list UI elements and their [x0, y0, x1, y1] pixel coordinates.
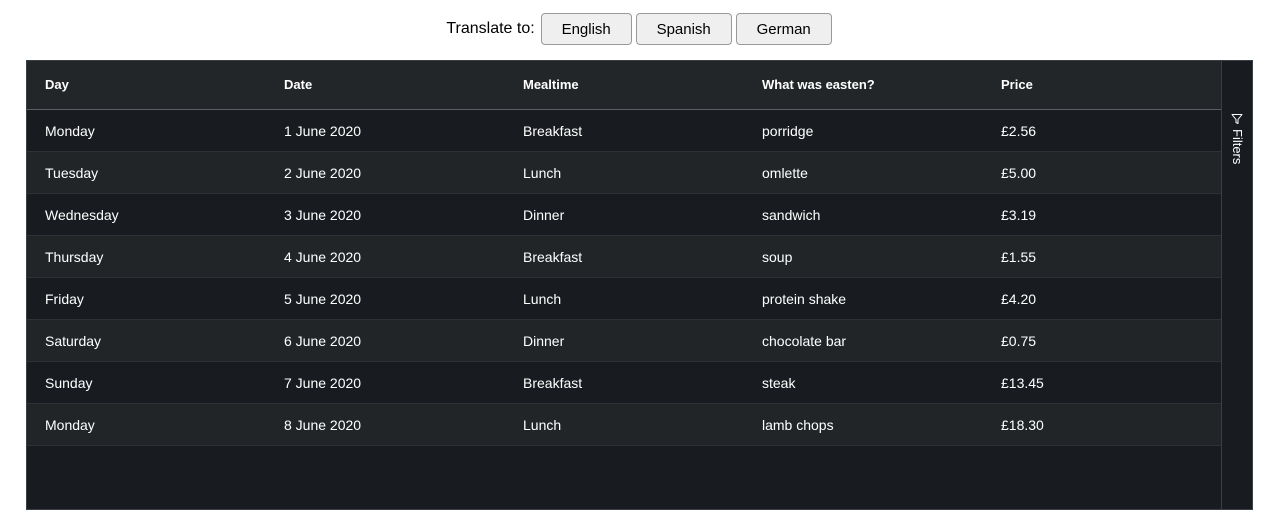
- grid-header-row: Day Date Mealtime What was easten? Price: [27, 61, 1221, 110]
- filters-tab-button[interactable]: Filters: [1222, 109, 1252, 171]
- cell-food: chocolate bar: [762, 333, 847, 349]
- cell-price: £5.00: [1001, 165, 1037, 181]
- cell-mealtime: Dinner: [523, 207, 565, 223]
- column-header-mealtime[interactable]: Mealtime: [523, 61, 579, 109]
- cell-mealtime: Lunch: [523, 165, 562, 181]
- english-button[interactable]: English: [540, 13, 632, 45]
- grid-body: Day Date Mealtime What was easten? Price…: [27, 61, 1221, 509]
- cell-price: £4.20: [1001, 291, 1037, 307]
- cell-day: Tuesday: [45, 165, 99, 181]
- column-header-day[interactable]: Day: [45, 61, 69, 109]
- cell-price: £2.56: [1001, 123, 1037, 139]
- cell-mealtime: Breakfast: [523, 123, 583, 139]
- cell-date: 2 June 2020: [284, 165, 362, 181]
- cell-mealtime: Lunch: [523, 417, 562, 433]
- table-row[interactable]: Monday 1 June 2020 Breakfast porridge £2…: [27, 110, 1221, 152]
- cell-date: 7 June 2020: [284, 375, 362, 391]
- cell-date: 4 June 2020: [284, 249, 362, 265]
- cell-food: protein shake: [762, 291, 847, 307]
- cell-mealtime: Dinner: [523, 333, 565, 349]
- table-row[interactable]: Saturday 6 June 2020 Dinner chocolate ba…: [27, 320, 1221, 362]
- column-header-date[interactable]: Date: [284, 61, 312, 109]
- cell-day: Friday: [45, 291, 84, 307]
- table-row[interactable]: Monday 8 June 2020 Lunch lamb chops £18.…: [27, 404, 1221, 446]
- side-panel-bar: Filters: [1221, 61, 1252, 509]
- cell-price: £0.75: [1001, 333, 1037, 349]
- filters-label: Filters: [1230, 129, 1245, 165]
- cell-food: sandwich: [762, 207, 821, 223]
- cell-date: 3 June 2020: [284, 207, 362, 223]
- cell-date: 1 June 2020: [284, 123, 362, 139]
- cell-mealtime: Breakfast: [523, 375, 583, 391]
- cell-price: £13.45: [1001, 375, 1044, 391]
- german-button[interactable]: German: [735, 13, 832, 45]
- table-row[interactable]: Tuesday 2 June 2020 Lunch omlette £5.00: [27, 152, 1221, 194]
- cell-date: 5 June 2020: [284, 291, 362, 307]
- cell-food: soup: [762, 249, 793, 265]
- cell-day: Wednesday: [45, 207, 119, 223]
- cell-food: porridge: [762, 123, 814, 139]
- table-row[interactable]: Thursday 4 June 2020 Breakfast soup £1.5…: [27, 236, 1221, 278]
- table-row[interactable]: Friday 5 June 2020 Lunch protein shake £…: [27, 278, 1221, 320]
- meals-grid: Day Date Mealtime What was easten? Price…: [26, 60, 1253, 510]
- column-header-price[interactable]: Price: [1001, 61, 1033, 109]
- translate-label: Translate to:: [446, 20, 535, 37]
- cell-mealtime: Breakfast: [523, 249, 583, 265]
- spanish-button[interactable]: Spanish: [635, 13, 732, 45]
- cell-day: Monday: [45, 123, 95, 139]
- cell-price: £3.19: [1001, 207, 1037, 223]
- cell-day: Monday: [45, 417, 95, 433]
- cell-day: Saturday: [45, 333, 102, 349]
- column-header-food[interactable]: What was easten?: [762, 61, 875, 109]
- cell-day: Sunday: [45, 375, 93, 391]
- cell-food: lamb chops: [762, 417, 834, 433]
- filter-icon: [1231, 114, 1243, 124]
- cell-date: 6 June 2020: [284, 333, 362, 349]
- table-row[interactable]: Sunday 7 June 2020 Breakfast steak £13.4…: [27, 362, 1221, 404]
- cell-date: 8 June 2020: [284, 417, 362, 433]
- cell-price: £1.55: [1001, 249, 1037, 265]
- cell-day: Thursday: [45, 249, 104, 265]
- cell-price: £18.30: [1001, 417, 1044, 433]
- table-row[interactable]: Wednesday 3 June 2020 Dinner sandwich £3…: [27, 194, 1221, 236]
- translate-toolbar: Translate to: English Spanish German: [0, 13, 1278, 45]
- cell-mealtime: Lunch: [523, 291, 562, 307]
- cell-food: steak: [762, 375, 796, 391]
- cell-food: omlette: [762, 165, 808, 181]
